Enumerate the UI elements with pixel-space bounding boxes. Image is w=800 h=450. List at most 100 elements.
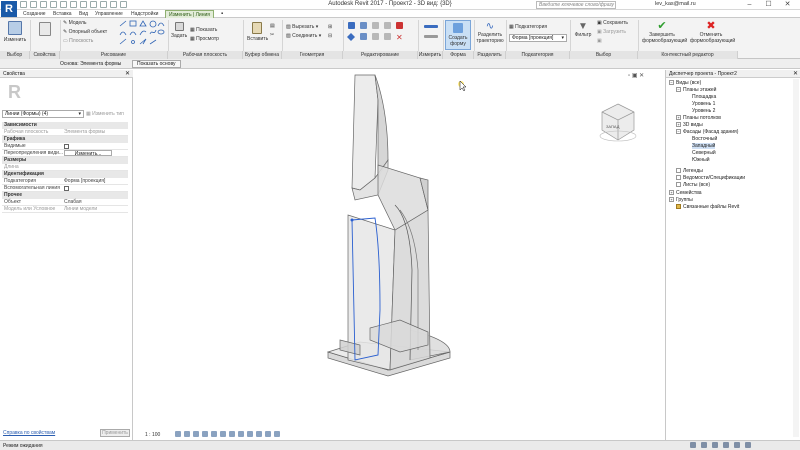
tree-item-3d-views[interactable]: +3D виды xyxy=(676,122,703,129)
tab-view[interactable]: Вид xyxy=(76,10,91,18)
user-account[interactable]: lev_kas@mail.ru xyxy=(655,1,696,7)
browser-scrollbar[interactable] xyxy=(793,79,799,437)
tree-item-north[interactable]: Северный xyxy=(692,150,716,157)
prop-row-overrides[interactable]: Переопределения види... Изменить... xyxy=(2,150,128,157)
subcategory-select[interactable]: Форма [проекция] ▾ xyxy=(509,34,567,42)
load-selection-button[interactable]: ▣ Загрузить xyxy=(597,29,626,36)
ribbon-toggle-icon[interactable]: ▪ xyxy=(218,10,226,18)
filter-status-icon[interactable] xyxy=(745,442,751,448)
close-hidden-icon[interactable] xyxy=(120,1,127,8)
prop-row-object[interactable]: Объект Слабая xyxy=(2,199,128,206)
tab-create[interactable]: Создание xyxy=(20,10,49,18)
worksharing-icon[interactable] xyxy=(265,431,271,437)
collapse-icon[interactable]: − xyxy=(676,129,681,135)
tower-model[interactable] xyxy=(300,70,480,400)
crop-icon[interactable] xyxy=(229,431,235,437)
close-icon[interactable]: ✕ xyxy=(125,70,130,78)
select-underlay-icon[interactable] xyxy=(701,442,707,448)
select-by-face-icon[interactable] xyxy=(723,442,729,448)
save-icon[interactable] xyxy=(30,1,37,8)
tree-item-families[interactable]: + Семейства xyxy=(669,190,702,197)
tree-item-groups[interactable]: + Группы xyxy=(669,197,693,204)
tree-item-legends[interactable]: Легенды xyxy=(676,168,703,175)
properties-filter-select[interactable]: Линии (Формы) (4) ▾ xyxy=(2,110,84,118)
close-icon[interactable]: ✕ xyxy=(778,0,797,10)
geometry-extra-icon[interactable]: ⊞ xyxy=(328,24,332,31)
group-identity[interactable]: Идентификация xyxy=(2,171,128,178)
maximize-icon[interactable]: ☐ xyxy=(759,0,778,10)
edit-type-button[interactable]: ▦ Изменить тип xyxy=(86,110,130,118)
expand-icon[interactable]: + xyxy=(669,190,674,196)
tree-item-floor-plans[interactable]: − Планы этажей xyxy=(676,87,716,94)
text-icon[interactable] xyxy=(90,1,97,8)
modify-button[interactable]: Изменить xyxy=(2,21,28,43)
copy-icon[interactable]: ▤ xyxy=(270,23,275,30)
tree-item-views[interactable]: − Виды (все) xyxy=(669,80,701,87)
sun-path-icon[interactable] xyxy=(193,431,199,437)
minimize-icon[interactable]: – xyxy=(740,0,759,10)
prop-row-visible[interactable]: Видимые xyxy=(2,143,128,150)
application-menu-button[interactable]: R xyxy=(1,1,17,17)
tree-item-west[interactable]: Западный xyxy=(692,143,716,150)
tab-insert[interactable]: Вставка xyxy=(50,10,75,18)
expand-icon[interactable]: + xyxy=(676,115,681,121)
prop-row-length[interactable]: Длина xyxy=(2,164,128,171)
set-workplane-button[interactable]: Задать xyxy=(171,22,187,39)
create-form-button[interactable]: Создать форму xyxy=(445,20,471,50)
properties-help-link[interactable]: Справка по свойствам xyxy=(3,430,55,436)
3d-view-icon[interactable] xyxy=(100,1,107,8)
expand-icon[interactable]: + xyxy=(676,122,681,128)
reference-line-checkbox[interactable] xyxy=(64,186,69,191)
tree-item-sheets[interactable]: Листы (все) xyxy=(676,182,710,189)
tree-item-elevations[interactable]: − Фасады (Фасад здания) xyxy=(676,129,738,136)
cut-geometry-button[interactable]: ▧ Вырезать ▾ xyxy=(286,24,318,31)
search-input[interactable]: Введите ключевое слово/фразу xyxy=(536,1,616,9)
measure-button[interactable] xyxy=(421,24,441,40)
divide-path-button[interactable]: ∿ Разделить траекторию xyxy=(476,22,504,45)
tree-item-level-2[interactable]: Уровень 2 xyxy=(692,108,715,115)
view-minimize-icon[interactable]: ▫ xyxy=(628,73,630,79)
tab-manage[interactable]: Управление xyxy=(92,10,126,18)
prop-row-reference-line[interactable]: Вспомогательная линия xyxy=(2,185,128,192)
prop-row-model-or-symbolic[interactable]: Модель или Условное Линии модели xyxy=(2,206,128,213)
view-scale[interactable]: 1 : 100 xyxy=(145,432,160,438)
viewcube[interactable]: ЗАПАД xyxy=(598,100,638,144)
section-icon[interactable] xyxy=(110,1,117,8)
edit-overrides-button[interactable]: Изменить... xyxy=(64,150,112,157)
tab-addins[interactable]: Надстройки xyxy=(128,10,161,18)
select-pinned-icon[interactable] xyxy=(712,442,718,448)
tree-item-revit-links[interactable]: Связанные файлы Revit xyxy=(676,204,739,211)
temp-hide-icon[interactable] xyxy=(247,431,253,437)
cut-small-icon[interactable]: ✂ xyxy=(270,32,274,39)
draw-plane-button[interactable]: ▭ Плоскость xyxy=(63,38,93,45)
shadows-icon[interactable] xyxy=(202,431,208,437)
open-icon[interactable] xyxy=(20,1,27,8)
draw-model-button[interactable]: ✎ Модель xyxy=(63,20,87,27)
join-geometry-button[interactable]: ▧ Соединить ▾ xyxy=(286,33,321,40)
draw-tools-gallery[interactable] xyxy=(118,20,166,48)
visual-style-icon[interactable] xyxy=(184,431,190,437)
redo-icon[interactable] xyxy=(60,1,67,8)
render-icon[interactable] xyxy=(211,431,217,437)
undo-icon[interactable] xyxy=(50,1,57,8)
properties-button[interactable] xyxy=(33,22,57,38)
sync-icon[interactable] xyxy=(40,1,47,8)
drag-elements-icon[interactable] xyxy=(734,442,740,448)
measure-icon[interactable] xyxy=(80,1,87,8)
close-icon[interactable]: ✕ xyxy=(793,70,798,78)
show-host-button[interactable]: Показать основу xyxy=(132,60,181,68)
collapse-icon[interactable]: − xyxy=(669,80,674,86)
view-close-icon[interactable]: ✕ xyxy=(639,73,644,79)
paste-button[interactable]: Вставить xyxy=(247,22,268,42)
print-icon[interactable] xyxy=(70,1,77,8)
save-selection-button[interactable]: ▣ Сохранить xyxy=(597,20,628,27)
tree-item-level-1[interactable]: Уровень 1 xyxy=(692,101,715,108)
viewer-button[interactable]: ▦ Просмотр xyxy=(190,36,219,43)
tab-modify-line[interactable]: Изменить | Линия xyxy=(165,10,214,18)
modify-tools[interactable]: ✕ xyxy=(346,21,416,49)
view-restore-icon[interactable]: ▣ xyxy=(632,73,638,79)
finish-form-button[interactable]: ✔ Завершить формообразующий xyxy=(642,21,687,45)
tree-item-south[interactable]: Южный xyxy=(692,157,710,164)
draw-ref-button[interactable]: ✎ Опорный объект xyxy=(63,29,107,36)
geometry-extra2-icon[interactable]: ⊟ xyxy=(328,33,332,40)
